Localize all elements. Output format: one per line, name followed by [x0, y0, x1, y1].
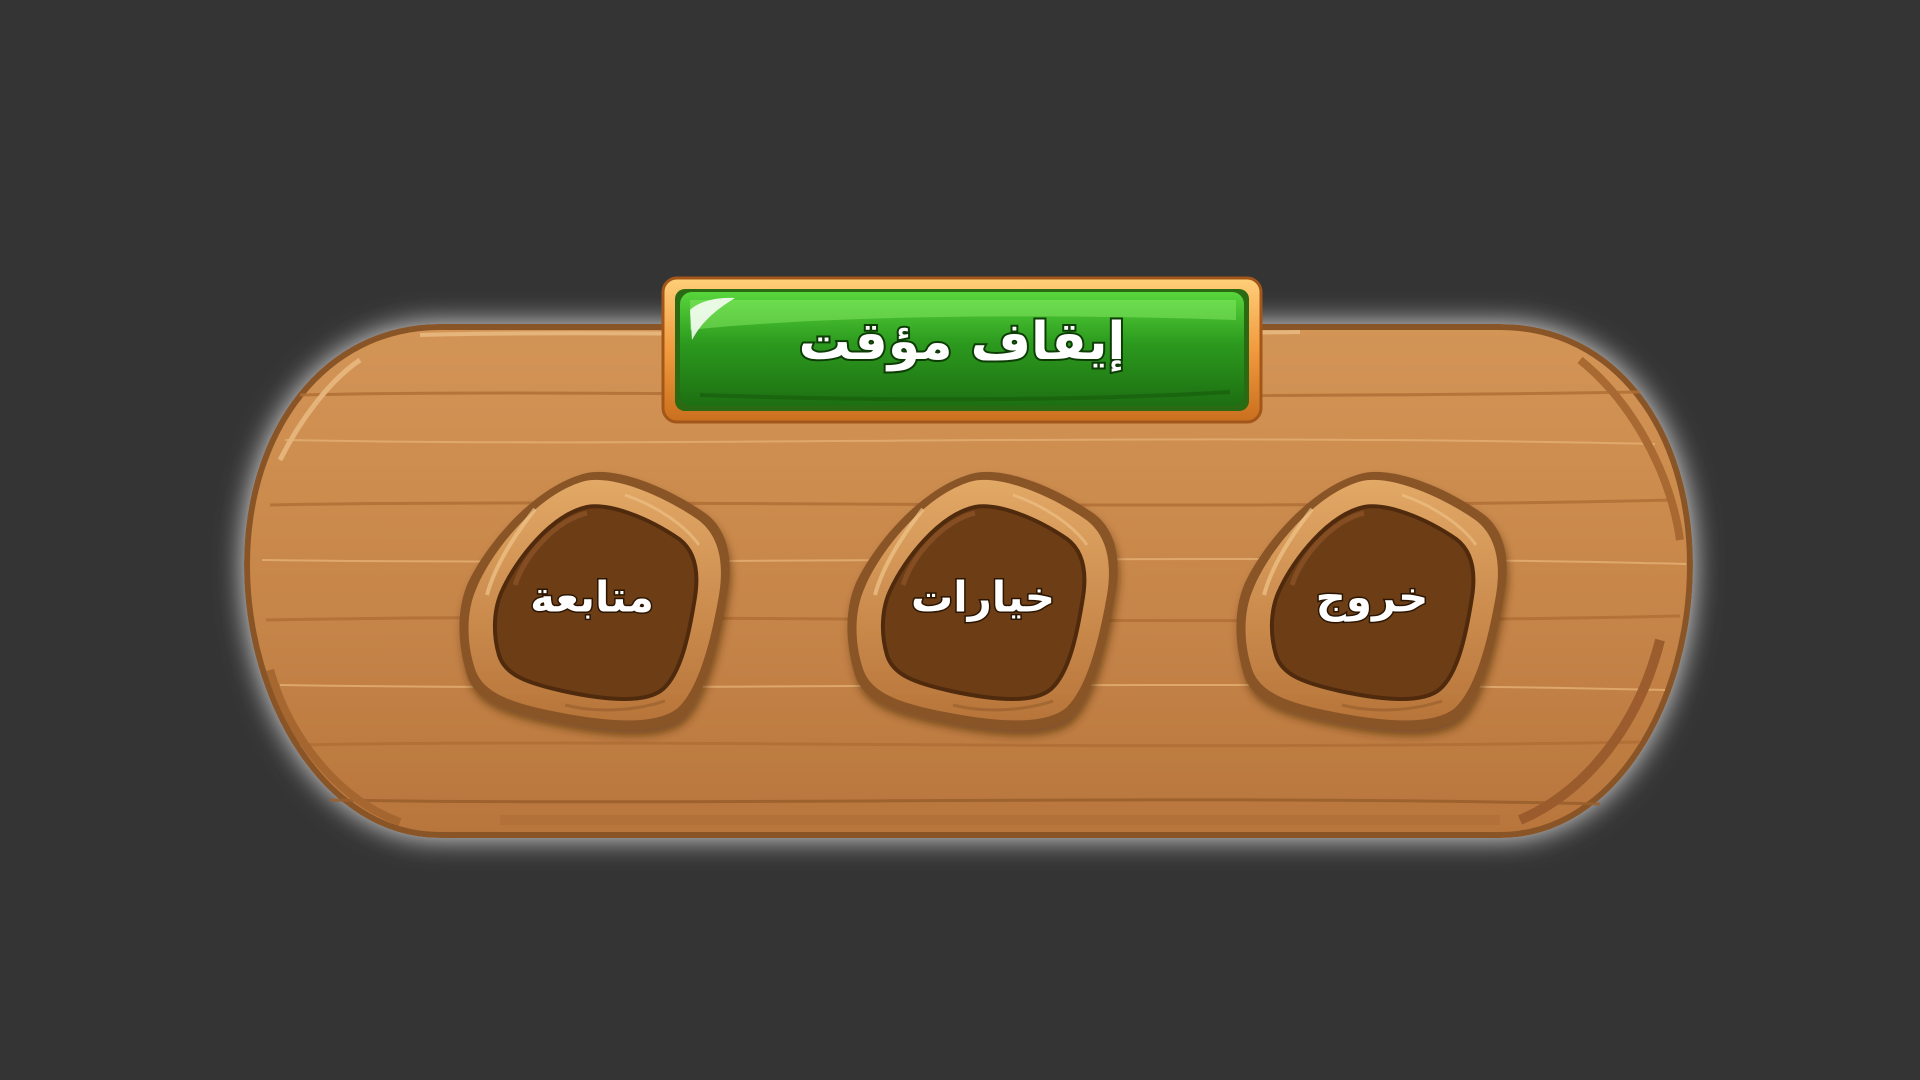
options-button-label: خيارات — [911, 573, 1055, 622]
continue-button-label: متابعة — [530, 573, 654, 622]
pause-menu-screen: إيقاف مؤقت متابعة خيارات خروج — [0, 0, 1920, 1080]
exit-button-label: خروج — [1316, 573, 1429, 623]
pause-title: إيقاف مؤقت — [799, 312, 1126, 372]
pause-menu-scene: إيقاف مؤقت متابعة خيارات خروج — [243, 276, 1694, 838]
pause-title-banner: إيقاف مؤقت — [661, 276, 1263, 424]
